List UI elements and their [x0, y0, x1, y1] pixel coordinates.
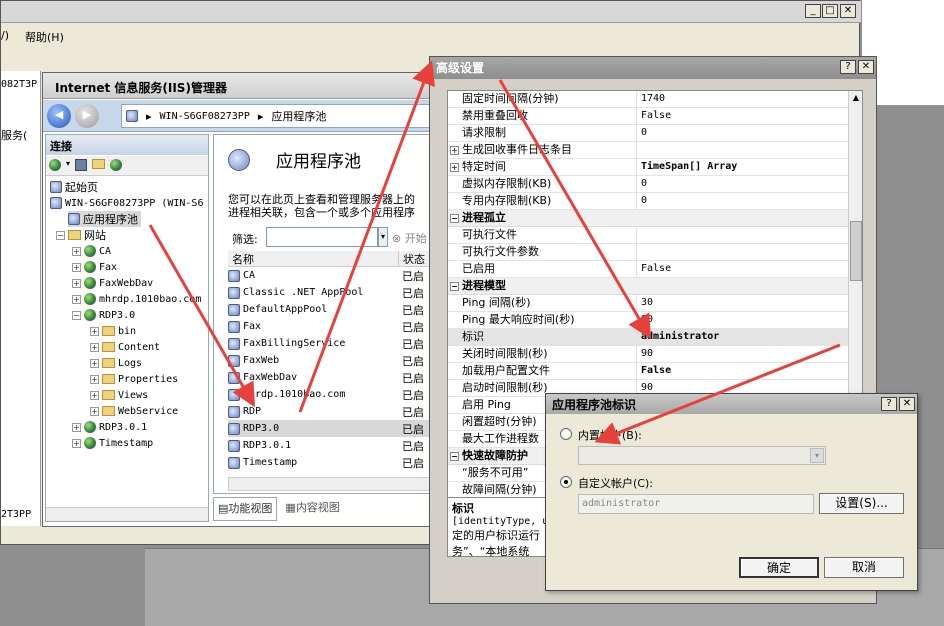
- annotation-arrow: [148, 224, 255, 408]
- annotation-arrow: [594, 343, 841, 445]
- annotation-overlay: [148, 60, 841, 445]
- annotation-arrow: [298, 60, 435, 413]
- annotation-arrow: [498, 79, 652, 340]
